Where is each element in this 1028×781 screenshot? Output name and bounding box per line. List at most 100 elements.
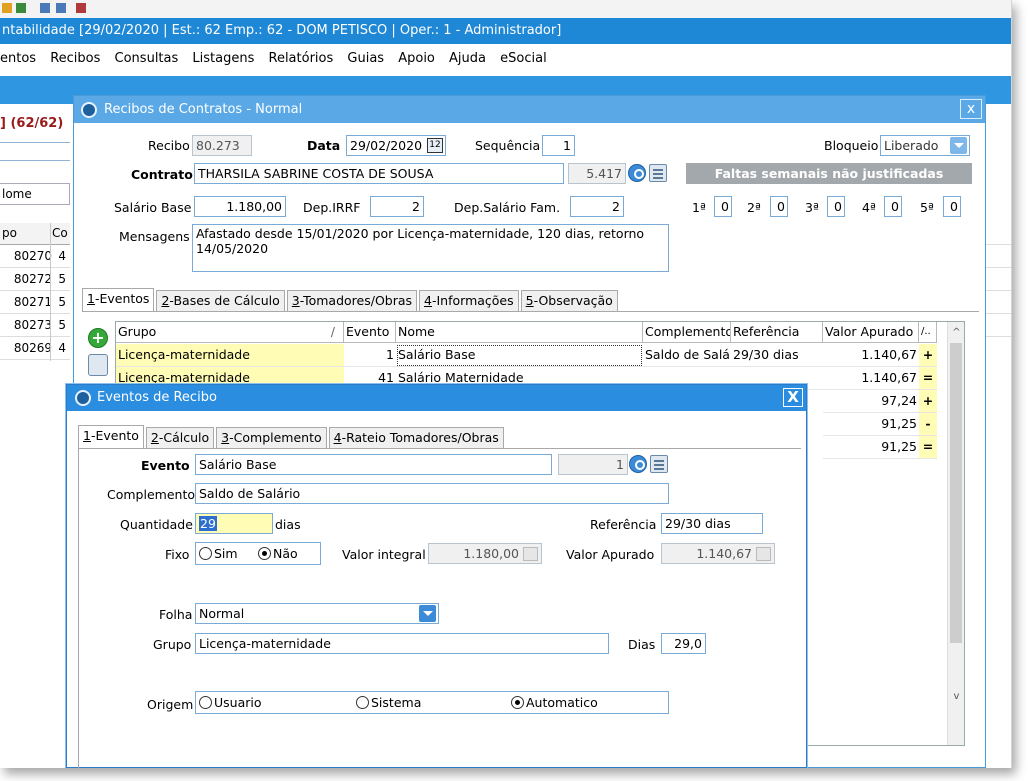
column-header-grupo[interactable]: Grupo / (116, 322, 344, 343)
contrato-code-field[interactable]: 5.417 (568, 163, 626, 184)
table-row[interactable]: 80271 5 (0, 291, 70, 314)
sequencia-field[interactable]: 1 (542, 135, 575, 156)
dep-salario-fam-field[interactable]: 2 (570, 196, 624, 217)
toolbar-icon-save[interactable] (16, 3, 26, 13)
table-row[interactable]: 80270 4 (0, 245, 70, 268)
chevron-down-icon[interactable] (419, 605, 436, 622)
background-nome-field[interactable]: lome (0, 183, 70, 205)
tab-informacoes[interactable]: 4-Informações (419, 290, 519, 312)
cell-grupo[interactable]: Licença-maternidade (116, 344, 344, 367)
calendar-icon[interactable]: 12 (427, 138, 443, 153)
falta-semana-4-field[interactable]: 0 (884, 196, 902, 217)
fixo-sim-radio[interactable]: Sim (199, 543, 238, 564)
column-header-complemento[interactable]: Complemento (643, 322, 731, 343)
recibo-field[interactable]: 80.273 (192, 135, 252, 156)
mensagens-textarea[interactable]: Afastado desde 15/01/2020 por Licença-ma… (192, 224, 669, 272)
fixo-nao-radio[interactable]: Não (258, 543, 298, 564)
origem-sistema-radio[interactable]: Sistema (356, 692, 421, 713)
dias-field[interactable]: 29,0 (661, 633, 706, 654)
search-icon[interactable] (629, 455, 647, 473)
calculator-icon[interactable] (523, 547, 538, 561)
menu-item-esocial[interactable]: eSocial (500, 51, 547, 66)
menu-item-guias[interactable]: Guias (347, 51, 384, 66)
toolbar-icon-window[interactable] (40, 3, 50, 13)
data-field[interactable]: 29/02/2020 12 (346, 135, 446, 156)
calculator-icon[interactable] (756, 547, 771, 561)
list-icon[interactable] (650, 455, 668, 473)
complemento-field[interactable]: Saldo de Salário (195, 483, 669, 504)
cell-complemento[interactable]: Saldo de Salá (643, 344, 731, 367)
bloqueio-select[interactable]: Liberado (880, 135, 970, 156)
column-header-evento[interactable]: Evento (344, 322, 396, 343)
scroll-up-icon[interactable]: ^ (948, 324, 965, 341)
cell-flag[interactable]: = (919, 436, 937, 459)
document-icon[interactable] (88, 354, 108, 376)
tab-calculo[interactable]: 2-Cálculo (145, 427, 215, 449)
tab-complemento[interactable]: 3-Complemento (216, 427, 327, 449)
cell-referencia[interactable]: 29/30 dias (731, 344, 823, 367)
quantidade-field[interactable]: 29 (195, 513, 273, 534)
faltas-header: Faltas semanais não justificadas (686, 163, 972, 184)
cell-flag[interactable]: + (919, 344, 937, 367)
add-event-icon[interactable]: + (88, 328, 108, 348)
column-header-referencia[interactable]: Referência (731, 322, 823, 343)
cell-valor-apurado[interactable]: 97,24 (823, 390, 919, 413)
menu-item-apoio[interactable]: Apoio (398, 51, 435, 66)
folha-select[interactable]: Normal (195, 603, 439, 624)
origem-usuario-radio[interactable]: Usuario (199, 692, 262, 713)
tab-eventos[interactable]: 1-Eventos (82, 288, 155, 312)
list-icon[interactable] (649, 164, 667, 182)
tab-tomadores-obras[interactable]: 3-Tomadores/Obras (286, 290, 418, 312)
scroll-thumb[interactable] (950, 343, 962, 643)
table-row[interactable]: 80273 5 (0, 314, 70, 337)
vertical-scrollbar[interactable]: ^ v (947, 322, 964, 745)
falta-semana-3-field[interactable]: 0 (827, 196, 845, 217)
close-icon[interactable]: x (960, 99, 982, 119)
tab-observacao[interactable]: 5-Observação (520, 290, 618, 312)
cell-valor-apurado[interactable]: 91,25 (823, 436, 919, 459)
dep-irrf-field[interactable]: 2 (370, 196, 424, 217)
falta-semana-2-field[interactable]: 0 (770, 196, 788, 217)
table-row[interactable]: 80269 4 (0, 337, 70, 360)
cell-valor-apurado[interactable]: 91,25 (823, 413, 919, 436)
column-header-valor-apurado[interactable]: Valor Apurado (823, 322, 919, 343)
tab-bases-de-calculo[interactable]: 2-Bases de Cálculo (156, 290, 285, 312)
background-grid-header-col2[interactable]: Co (52, 226, 68, 240)
menu-item-ajuda[interactable]: Ajuda (449, 51, 486, 66)
cell-evento[interactable]: 1 (344, 344, 396, 367)
chevron-down-icon[interactable] (950, 137, 967, 154)
table-row[interactable]: 80272 5 (0, 268, 70, 291)
evento-code-field[interactable]: 1 (558, 454, 628, 475)
origem-automatico-radio[interactable]: Automatico (511, 692, 598, 713)
cell-flag[interactable]: = (919, 367, 937, 390)
menu-item-listagens[interactable]: Listagens (192, 51, 254, 66)
tab-rateio-tomadores-obras[interactable]: 4-Rateio Tomadores/Obras (328, 427, 504, 449)
evento-field[interactable]: Salário Base (195, 454, 552, 475)
menu-item-recibos[interactable]: Recibos (50, 51, 100, 66)
menu-item-relatorios[interactable]: Relatórios (269, 51, 334, 66)
menu-item-lancamentos[interactable]: entos (0, 51, 36, 66)
falta-semana-1-field[interactable]: 0 (714, 196, 732, 217)
menu-item-consultas[interactable]: Consultas (115, 51, 179, 66)
tab-evento[interactable]: 1-Evento (78, 425, 144, 449)
referencia-field[interactable]: 29/30 dias (661, 513, 763, 534)
falta-semana-5-field[interactable]: 0 (943, 196, 961, 217)
grupo-field[interactable]: Licença-maternidade (195, 633, 609, 654)
toolbar-icon-folder[interactable] (2, 3, 12, 13)
toolbar-icon-window-2[interactable] (56, 3, 66, 13)
cell-valor-apurado[interactable]: 1.140,67 (823, 367, 919, 390)
salario-base-field[interactable]: 1.180,00 (194, 196, 286, 217)
toolbar-icon-tool[interactable] (76, 3, 86, 13)
cell-valor-apurado[interactable]: 1.140,67 (823, 344, 919, 367)
cell-flag[interactable]: + (919, 390, 937, 413)
cell-flag[interactable]: - (919, 413, 937, 436)
close-icon[interactable]: X (783, 388, 803, 407)
column-header-flag[interactable]: /.. (919, 322, 937, 343)
contrato-field[interactable]: THARSILA SABRINE COSTA DE SOUSA (194, 163, 564, 184)
scroll-down-icon[interactable]: v (948, 688, 965, 705)
eventos-tabs: 1-Evento 2-Cálculo 3-Complemento 4-Rateio T… (78, 425, 506, 449)
search-icon[interactable] (628, 164, 646, 182)
column-header-nome[interactable]: Nome (396, 322, 643, 343)
background-grid-header-col1[interactable]: po (2, 226, 17, 240)
cell-nome[interactable]: Salário Base (396, 344, 643, 367)
